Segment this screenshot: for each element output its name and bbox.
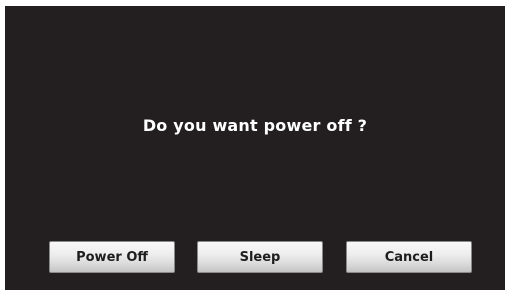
sleep-button[interactable]: Sleep — [197, 241, 323, 273]
power-off-prompt: Do you want power off ? — [142, 116, 368, 135]
power-off-button[interactable]: Power Off — [49, 241, 175, 273]
cancel-button[interactable]: Cancel — [346, 241, 472, 273]
power-dialog: Do you want power off ? Power Off Sleep … — [5, 6, 505, 290]
